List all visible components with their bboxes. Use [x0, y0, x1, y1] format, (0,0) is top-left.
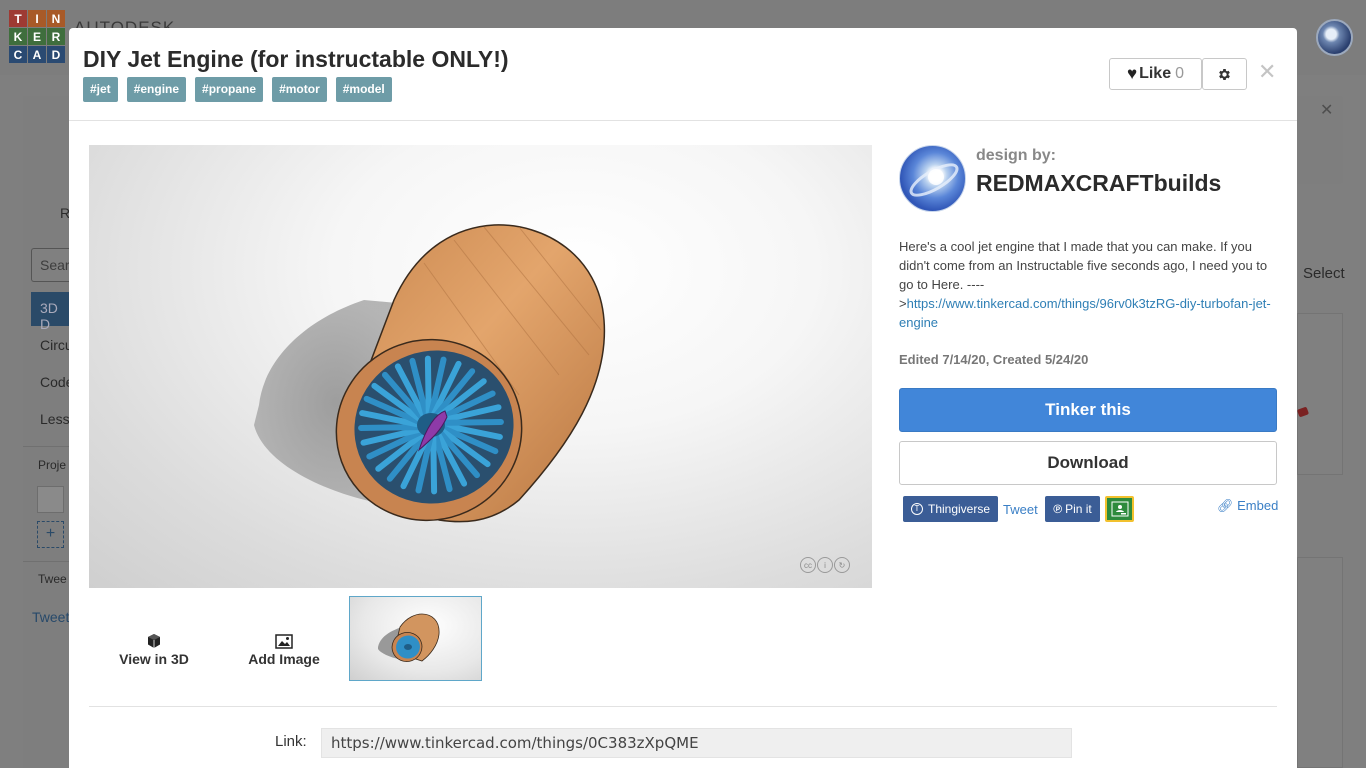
google-classroom-button[interactable]: [1105, 496, 1134, 522]
fan-blade: [358, 424, 425, 431]
description-link[interactable]: https://www.tinkercad.com/things/96rv0k3…: [899, 296, 1271, 330]
logo-letter: E: [28, 28, 46, 45]
logo-letter: R: [47, 28, 65, 45]
pin-label: Pin it: [1065, 502, 1092, 516]
projects-label: Proje: [38, 458, 67, 472]
section-divider: [89, 706, 1277, 707]
tweet-section-label: Twee: [38, 572, 67, 586]
add-image-button[interactable]: Add Image: [229, 625, 339, 675]
select-label[interactable]: Select: [1303, 265, 1345, 282]
tag-jet[interactable]: #jet: [83, 77, 118, 102]
jet-engine-render: [254, 224, 606, 523]
tweet-share-link[interactable]: Tweet: [1003, 496, 1038, 522]
heart-icon: ♥: [1126, 64, 1138, 83]
like-label: Like: [1139, 65, 1172, 82]
embed-label: Embed: [1237, 498, 1279, 513]
sidebar-divider: [23, 561, 73, 562]
tweet-link[interactable]: Tweet: [32, 609, 69, 625]
edit-dates: Edited 7/14/20, Created 5/24/20: [899, 352, 1089, 367]
classroom-icon: [1111, 501, 1128, 517]
author-name[interactable]: REDMAXCRAFTbuilds: [976, 170, 1221, 197]
notification-close-icon[interactable]: ✕: [1320, 100, 1333, 120]
sidebar-item-label: 3D D: [40, 300, 58, 332]
by-license-icon: i: [817, 557, 833, 573]
background-card[interactable]: [1297, 557, 1343, 768]
view-in-3d-label: View in 3D: [119, 651, 189, 667]
logo-letter: N: [47, 10, 65, 27]
logo-letter: D: [47, 46, 65, 63]
logo-letter: A: [28, 46, 46, 63]
fan-blade: [430, 431, 438, 495]
user-avatar[interactable]: [1316, 19, 1353, 56]
view-in-3d-button[interactable]: View in 3D: [99, 625, 209, 675]
license-icons[interactable]: cc i ↻: [800, 557, 851, 573]
cc-license-icon: cc: [800, 557, 816, 573]
sidebar-item-3d-designs[interactable]: 3D D: [31, 292, 71, 332]
thingiverse-label: Thingiverse: [927, 502, 991, 516]
logo-letter: K: [9, 28, 27, 45]
tag-list: #jet #engine #propane #motor #model: [83, 77, 401, 102]
sidebar-item-circuits[interactable]: Circu: [40, 337, 73, 353]
sidebar-item-lessons[interactable]: Less: [40, 411, 70, 427]
tag-propane[interactable]: #propane: [195, 77, 264, 102]
background-sidebar: [23, 96, 73, 768]
design-description: Here's a cool jet engine that I made tha…: [899, 237, 1279, 332]
tinkercad-logo[interactable]: T I N K E R C A D: [9, 10, 65, 63]
search-placeholder: Sear: [40, 257, 70, 273]
add-image-label: Add Image: [248, 650, 320, 667]
logo-letter: I: [28, 10, 46, 27]
card-thumbnail-graphic: [1296, 406, 1310, 418]
tag-model[interactable]: #model: [335, 77, 392, 102]
description-link-prefix: >: [899, 296, 907, 311]
cube-icon: [148, 634, 160, 648]
settings-button[interactable]: [1202, 58, 1247, 90]
tinker-this-button[interactable]: Tinker this: [899, 388, 1277, 432]
sa-license-icon: ↻: [834, 557, 850, 573]
logo-letter: T: [9, 10, 27, 27]
modal-header: DIY Jet Engine (for instructable ONLY!) …: [69, 28, 1297, 121]
share-link-field[interactable]: [321, 728, 1072, 758]
download-button[interactable]: Download: [899, 441, 1277, 485]
pinterest-icon: ℗: [1053, 502, 1063, 516]
background-card[interactable]: [1296, 313, 1343, 475]
embed-link[interactable]: 🔗︎ Embed: [1217, 498, 1278, 514]
fan-blade: [424, 355, 432, 419]
like-button[interactable]: ♥ Like 0: [1109, 58, 1202, 90]
tag-motor[interactable]: #motor: [272, 77, 327, 102]
design-detail-modal: DIY Jet Engine (for instructable ONLY!) …: [69, 28, 1297, 768]
add-project-button[interactable]: +: [37, 521, 64, 548]
project-thumbnail[interactable]: [37, 486, 64, 513]
author-avatar[interactable]: [899, 145, 966, 212]
sidebar-divider: [23, 446, 73, 447]
link-icon: 🔗︎: [1217, 498, 1234, 513]
like-count: 0: [1175, 65, 1184, 82]
link-label: Link:: [275, 733, 307, 750]
tag-engine[interactable]: #engine: [126, 77, 187, 102]
avatar-graphic: [909, 163, 959, 197]
image-icon: [275, 633, 293, 649]
pinterest-share-button[interactable]: ℗ Pin it: [1045, 496, 1100, 522]
jet-engine-thumbnail: [378, 613, 440, 662]
thingiverse-icon: T: [910, 503, 923, 515]
fan-blade: [437, 419, 504, 426]
close-icon[interactable]: ✕: [1258, 60, 1276, 84]
design-by-label: design by:: [976, 147, 1057, 164]
logo-letter: C: [9, 46, 27, 63]
gear-icon: [1219, 68, 1230, 80]
design-preview-image[interactable]: cc i ↻: [89, 145, 872, 588]
design-title: DIY Jet Engine (for instructable ONLY!): [83, 46, 509, 72]
description-text: Here's a cool jet engine that I made tha…: [899, 239, 1268, 292]
image-thumbnail[interactable]: [349, 596, 482, 681]
thingiverse-share-button[interactable]: T Thingiverse: [903, 496, 998, 522]
background-search-input[interactable]: Sear: [31, 248, 71, 282]
